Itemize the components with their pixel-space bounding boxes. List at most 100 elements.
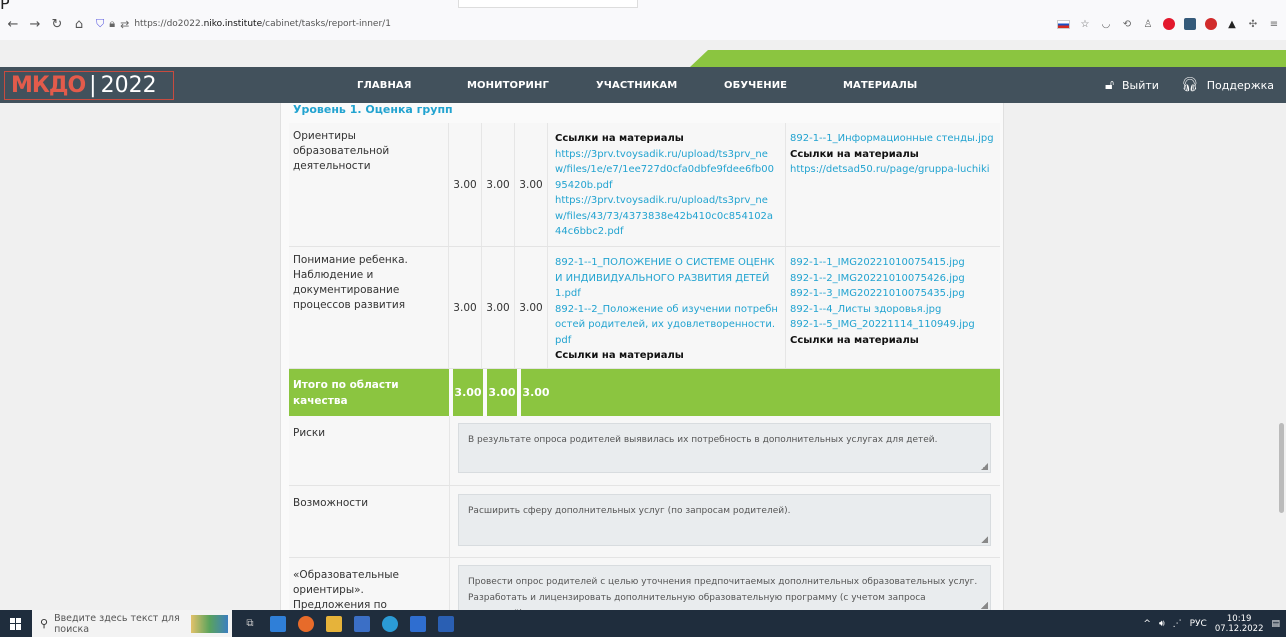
materials-cell: 892-1--1_ПОЛОЖЕНИЕ О СИСТЕМЕ ОЦЕНКИ ИНДИ… xyxy=(548,247,786,368)
table-row: Понимание ребенка. Наблюдение и документ… xyxy=(289,247,1000,369)
material-link[interactable]: 892-1--2_Положение об изучении потребнос… xyxy=(555,302,778,349)
score-2: 3.00 xyxy=(482,123,515,246)
total-score-3: 3.00 xyxy=(519,369,551,416)
material-link[interactable]: https://3prv.tvoysadik.ru/upload/ts3prv_… xyxy=(555,147,778,194)
firefox-icon[interactable] xyxy=(298,615,314,632)
resize-handle[interactable] xyxy=(981,602,988,609)
shield-icon[interactable]: ⛉ xyxy=(96,17,104,31)
home-icon[interactable]: ⌂ xyxy=(68,13,90,35)
attachment-link[interactable]: 892-1--2_IMG20221010075426.jpg xyxy=(790,271,996,287)
score-1: 3.00 xyxy=(449,123,482,246)
menu-item-home[interactable]: ГЛАВНАЯ xyxy=(357,80,412,91)
extension-red-icon[interactable] xyxy=(1163,18,1175,30)
attachments-cell: 892-1--1_Информационные стенды.jpg Ссылк… xyxy=(786,123,1000,246)
browser-tab[interactable] xyxy=(458,0,638,8)
clock-time: 10:19 xyxy=(1226,613,1252,624)
extension-badge-icon[interactable] xyxy=(1205,18,1217,30)
history-icon[interactable]: ⟲ xyxy=(1121,18,1133,30)
menu-item-monitoring[interactable]: МОНИТОРИНГ xyxy=(467,80,549,91)
opportunities-text: Расширить сферу дополнительных услуг (по… xyxy=(468,506,791,516)
report-panel: Уровень 1. Оценка групп Ориентиры образо… xyxy=(280,103,1004,610)
edge-icon[interactable] xyxy=(270,615,286,632)
start-button[interactable] xyxy=(0,610,32,637)
network-icon[interactable]: ⋰ xyxy=(1173,619,1182,629)
total-score-1: 3.00 xyxy=(451,369,483,416)
clock-date: 07.12.2022 xyxy=(1214,623,1264,634)
attachment-link[interactable]: 892-1--3_IMG20221010075435.jpg xyxy=(790,286,996,302)
material-link[interactable]: 892-1--1_ПОЛОЖЕНИЕ О СИСТЕМЕ ОЦЕНКИ ИНДИ… xyxy=(555,255,778,302)
support-link[interactable]: Поддержка xyxy=(1207,79,1274,92)
lock-icon[interactable]: 🔒︎ xyxy=(109,17,115,31)
headset-icon[interactable]: 🎧︎ xyxy=(1181,77,1199,93)
logo-text-left: МКДО xyxy=(11,73,86,98)
materials-cell: Ссылки на материалы https://3prv.tvoysad… xyxy=(548,123,786,246)
row-divider xyxy=(449,486,450,557)
logout-link[interactable]: Выйти xyxy=(1122,79,1159,92)
attachment-link[interactable]: 892-1--5_IMG_20221114_110949.jpg xyxy=(790,317,996,333)
total-label: Итого по области качества xyxy=(289,369,449,416)
attachment-link[interactable]: 892-1--1_Информационные стенды.jpg xyxy=(790,131,996,147)
notifications-icon[interactable]: ▤ xyxy=(1271,619,1280,629)
task-view-icon[interactable]: ⧉ xyxy=(242,616,258,632)
risks-row: Риски В результате опроса родителей выяв… xyxy=(289,416,1000,486)
bookmark-star-icon[interactable]: ☆ xyxy=(1079,18,1091,30)
taskbar-search[interactable]: ⚲ Введите здесь текст для поиска xyxy=(32,610,232,637)
level-title: Уровень 1. Оценка групп xyxy=(293,103,453,116)
proposals-text-line: Провести опрос родителей с целью уточнен… xyxy=(468,577,978,587)
url-path: /cabinet/tasks/report-inner/1 xyxy=(262,19,391,29)
attachments-cell: 892-1--1_IMG20221010075415.jpg 892-1--2_… xyxy=(786,247,1000,368)
pocket-icon[interactable]: ◡ xyxy=(1100,18,1112,30)
permissions-icon[interactable]: ⇄ xyxy=(120,18,129,31)
address-bar[interactable]: ⛉ 🔒︎ ⇄ https://do2022. niko.institute/cab… xyxy=(96,17,391,31)
scrollbar-thumb[interactable] xyxy=(1279,423,1284,513)
materials-heading: Ссылки на материалы xyxy=(790,334,919,346)
forward-icon[interactable]: → xyxy=(24,13,46,35)
file-explorer-icon[interactable] xyxy=(326,615,342,632)
clock[interactable]: 10:19 07.12.2022 xyxy=(1215,614,1264,634)
extension-triangle-icon[interactable]: ▲ xyxy=(1226,18,1238,30)
menu-icon[interactable]: ≡ xyxy=(1268,18,1280,30)
opportunities-textarea[interactable]: Расширить сферу дополнительных услуг (по… xyxy=(458,494,991,546)
materials-heading: Ссылки на материалы xyxy=(555,133,684,144)
unlock-icon[interactable]: 🔓︎ xyxy=(1105,77,1114,93)
total-row: Итого по области качества 3.00 3.00 3.00 xyxy=(289,369,1000,416)
page-scrollbar[interactable] xyxy=(1277,103,1286,610)
extension-puzzle-icon[interactable]: ✣ xyxy=(1247,18,1259,30)
store-icon[interactable] xyxy=(354,615,370,632)
attachment-link[interactable]: 892-1--1_IMG20221010075415.jpg xyxy=(790,255,996,271)
resize-handle[interactable] xyxy=(981,536,988,543)
attachment-link[interactable]: 892-1--4_Листы здоровья.jpg xyxy=(790,302,996,318)
language-indicator[interactable]: РУС xyxy=(1190,619,1207,629)
tab-strip: P xyxy=(0,0,1286,13)
attachment-link[interactable]: https://detsad50.ru/page/gruppa-luchiki xyxy=(790,162,996,178)
row-name: Ориентиры образовательной деятельности xyxy=(289,123,449,246)
material-link[interactable]: https://3prv.tvoysadik.ru/upload/ts3prv_… xyxy=(555,193,778,240)
proposals-row: «Образовательные ориентиры». Предложения… xyxy=(289,558,1000,610)
volume-icon[interactable]: 🔊︎ xyxy=(1159,619,1165,629)
extension-dark-icon[interactable] xyxy=(1184,18,1196,30)
proposals-textarea[interactable]: Провести опрос родителей с целью уточнен… xyxy=(458,565,991,610)
system-tray: ^ 🔊︎ ⋰ РУС 10:19 07.12.2022 ▤ xyxy=(1143,610,1280,637)
risks-text: В результате опроса родителей выявилась … xyxy=(468,435,938,445)
url-prefix: https://do2022. xyxy=(134,19,204,29)
windows-taskbar: ⚲ Введите здесь текст для поиска ⧉ ^ 🔊︎ … xyxy=(0,610,1286,637)
risks-textarea[interactable]: В результате опроса родителей выявилась … xyxy=(458,423,991,473)
menu-item-materials[interactable]: МАТЕРИАЛЫ xyxy=(843,80,917,91)
back-icon[interactable]: ← xyxy=(2,13,24,35)
site-header: МКДО | 2022 ГЛАВНАЯ МОНИТОРИНГ УЧАСТНИКА… xyxy=(0,67,1286,103)
score-3: 3.00 xyxy=(515,247,548,368)
site-logo[interactable]: МКДО | 2022 xyxy=(4,71,174,100)
app-icon[interactable] xyxy=(382,615,398,632)
russian-flag-icon[interactable] xyxy=(1057,19,1070,29)
resize-handle[interactable] xyxy=(981,463,988,470)
menu-item-education[interactable]: ОБУЧЕНИЕ xyxy=(724,80,787,91)
table-row: Ориентиры образовательной деятельности 3… xyxy=(289,123,1000,247)
chevron-up-icon[interactable]: ^ xyxy=(1143,619,1151,629)
opportunities-row: Возможности Расширить сферу дополнительн… xyxy=(289,486,1000,558)
reload-icon[interactable]: ↻ xyxy=(46,13,68,35)
account-icon[interactable]: ♙ xyxy=(1142,18,1154,30)
word-icon[interactable] xyxy=(438,615,454,632)
menu-item-participants[interactable]: УЧАСТНИКАМ xyxy=(596,80,677,91)
mail-icon[interactable] xyxy=(410,615,426,632)
search-placeholder: Введите здесь текст для поиска xyxy=(54,612,180,635)
